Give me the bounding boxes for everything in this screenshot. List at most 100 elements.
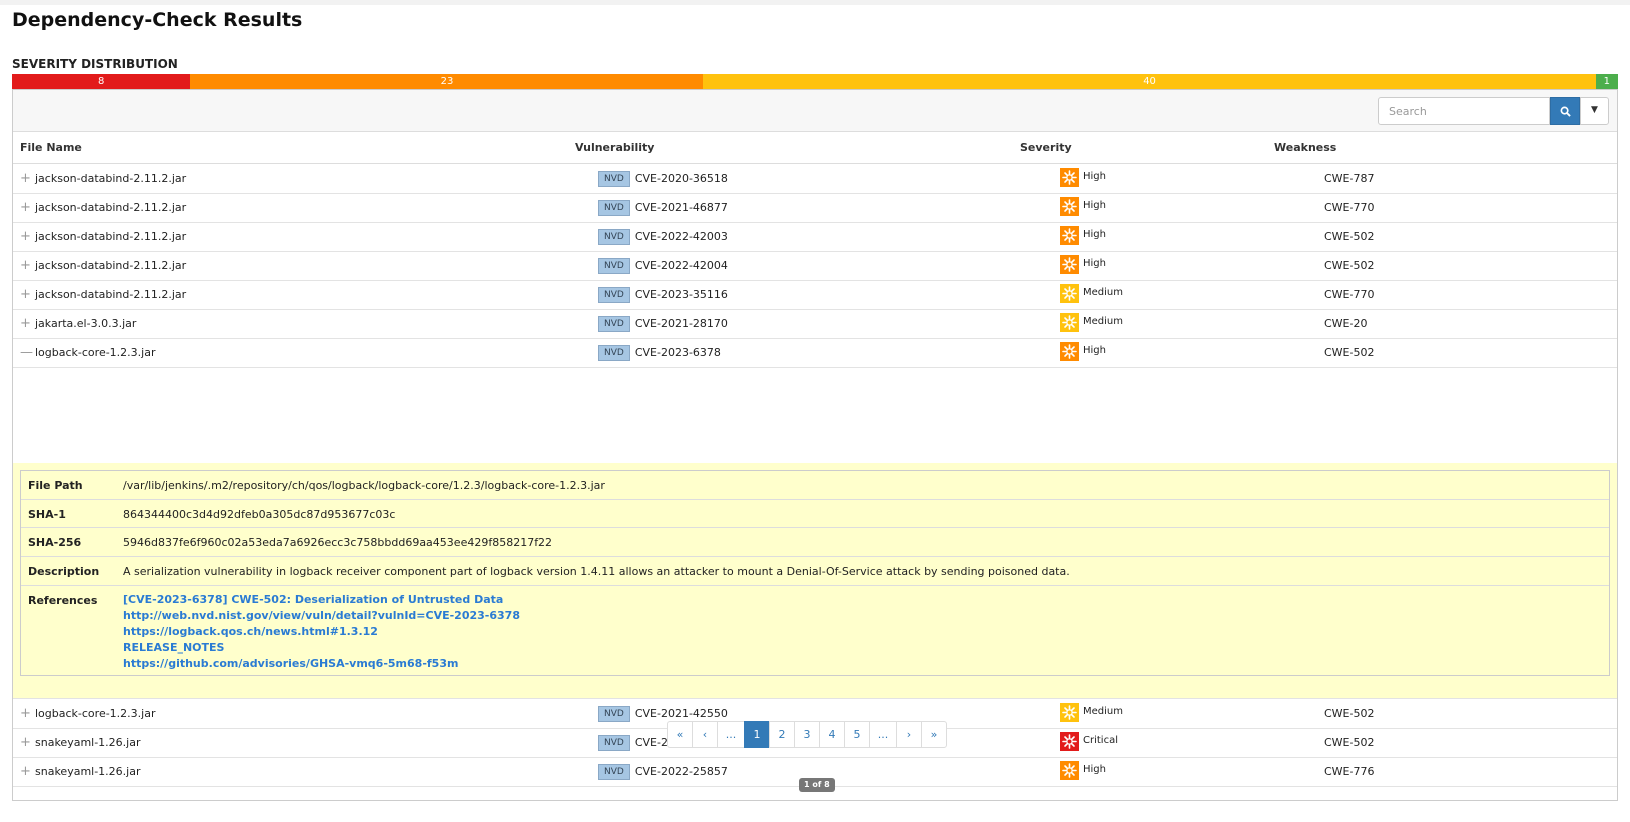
plus-icon[interactable]: + xyxy=(20,728,31,758)
severity-label: Medium xyxy=(1083,287,1123,298)
file-name-cell: snakeyaml-1.26.jar xyxy=(35,765,141,778)
plus-icon[interactable]: + xyxy=(20,193,31,223)
plus-icon[interactable]: + xyxy=(20,251,31,281)
reference-link[interactable]: http://web.nvd.nist.gov/view/vuln/detail… xyxy=(123,608,520,624)
page-button[interactable]: 2 xyxy=(769,721,795,748)
column-header-weakness[interactable]: Weakness xyxy=(1274,132,1336,164)
cve-id: CVE-2021-42550 xyxy=(634,707,728,720)
weakness-cell: CWE-502 xyxy=(1324,346,1375,359)
page-button[interactable]: « xyxy=(667,721,693,748)
severity-cell: High xyxy=(1060,251,1106,281)
severity-burst-icon xyxy=(1060,312,1079,332)
table-header: File Name Vulnerability Severity Weaknes… xyxy=(13,132,1617,164)
severity-label: High xyxy=(1083,764,1106,775)
severity-label: Medium xyxy=(1083,706,1123,717)
nvd-badge: NVD xyxy=(598,258,630,274)
page-button[interactable]: 3 xyxy=(794,721,820,748)
page-button[interactable]: 5 xyxy=(844,721,870,748)
cve-id: CVE-2023-6378 xyxy=(634,346,721,359)
severity-burst-icon xyxy=(1060,283,1079,303)
file-name-cell: jackson-databind-2.11.2.jar xyxy=(35,172,187,185)
severity-cell: Medium xyxy=(1060,309,1123,339)
plus-icon[interactable]: + xyxy=(20,757,31,787)
table-row[interactable]: — logback-core-1.2.3.jar NVD CVE-2023-6378 H… xyxy=(13,338,1617,368)
weakness-cell: CWE-776 xyxy=(1324,765,1375,778)
page-button[interactable]: ‹ xyxy=(692,721,718,748)
vulnerability-cell: NVD CVE-2020-36518 xyxy=(598,164,728,194)
detail-row-description: Description A serialization vulnerabilit… xyxy=(21,557,1609,586)
file-name-cell: logback-core-1.2.3.jar xyxy=(35,346,156,359)
detail-row-sha1: SHA-1 864344400c3d4d92dfeb0a305dc87d9536… xyxy=(21,500,1609,528)
page-button[interactable]: › xyxy=(896,721,922,748)
severity-burst-icon xyxy=(1060,760,1079,780)
nvd-badge: NVD xyxy=(598,706,630,722)
search-button[interactable] xyxy=(1550,97,1580,125)
table-row[interactable]: + jakarta.el-3.0.3.jar NVD CVE-2021-28170 Me… xyxy=(13,309,1617,339)
column-header-vulnerability[interactable]: Vulnerability xyxy=(575,132,654,164)
severity-label: High xyxy=(1083,171,1106,182)
description-value: A serialization vulnerability in logback… xyxy=(123,565,1070,578)
cve-id: CVE-2022-42004 xyxy=(634,259,728,272)
severity-segment: 40 xyxy=(703,74,1596,89)
results-panel: ▼ File Name Vulnerability Severity Weakn… xyxy=(12,89,1618,801)
reference-link[interactable]: https://github.com/advisories/GHSA-vmq6-… xyxy=(123,656,520,672)
sha1-value: 864344400c3d4d92dfeb0a305dc87d953677c03c xyxy=(123,508,396,521)
severity-distribution-bar: 8 23 40 1 xyxy=(12,74,1618,89)
detail-label: References xyxy=(28,594,98,607)
severity-label: High xyxy=(1083,229,1106,240)
severity-cell: High xyxy=(1060,757,1106,787)
severity-distribution-title: SEVERITY DISTRIBUTION xyxy=(12,57,178,71)
weakness-cell: CWE-502 xyxy=(1324,230,1375,243)
nvd-badge: NVD xyxy=(598,316,630,332)
vulnerability-cell: NVD CVE-2021-46877 xyxy=(598,193,728,223)
plus-icon[interactable]: + xyxy=(20,699,31,729)
table-row[interactable]: + jackson-databind-2.11.2.jar NVD CVE-2022-… xyxy=(13,251,1617,281)
page-button[interactable]: ... xyxy=(717,721,745,748)
cve-id: CVE-2022-25857 xyxy=(634,765,728,778)
sha256-value: 5946d837fe6f960c02a53eda7a6926ecc3c758bb… xyxy=(123,536,553,549)
search-input[interactable] xyxy=(1378,97,1550,125)
severity-label: Critical xyxy=(1083,735,1118,746)
page-button[interactable]: ... xyxy=(869,721,897,748)
plus-icon[interactable]: + xyxy=(20,280,31,310)
column-header-file-name[interactable]: File Name xyxy=(20,132,82,164)
file-name-cell: jakarta.el-3.0.3.jar xyxy=(35,317,137,330)
severity-burst-icon xyxy=(1060,341,1079,361)
file-name-cell: snakeyaml-1.26.jar xyxy=(35,736,141,749)
vulnerability-cell: NVD CVE-2023-35116 xyxy=(598,280,728,310)
weakness-cell: CWE-770 xyxy=(1324,201,1375,214)
page-title: Dependency-Check Results xyxy=(12,9,303,31)
file-name-cell: jackson-databind-2.11.2.jar xyxy=(35,259,187,272)
detail-label: SHA-256 xyxy=(28,536,82,549)
reference-link[interactable]: [CVE-2023-6378] CWE-502: Deserialization… xyxy=(123,592,520,608)
nvd-badge: NVD xyxy=(598,345,630,361)
pagination: «‹... 1 2 3 4 5... ›» xyxy=(667,721,947,748)
severity-cell: High xyxy=(1060,338,1106,368)
plus-icon[interactable]: + xyxy=(20,222,31,252)
weakness-cell: CWE-502 xyxy=(1324,259,1375,272)
vulnerability-cell: NVD CVE-2022-25857 xyxy=(598,757,728,787)
table-row[interactable]: + jackson-databind-2.11.2.jar NVD CVE-2021-… xyxy=(13,193,1617,223)
nvd-badge: NVD xyxy=(598,200,630,216)
table-row[interactable]: + jackson-databind-2.11.2.jar NVD CVE-2023-… xyxy=(13,280,1617,310)
plus-icon[interactable]: + xyxy=(20,164,31,194)
table-row[interactable]: + jackson-databind-2.11.2.jar NVD CVE-2020-… xyxy=(13,164,1617,194)
page-button[interactable]: 4 xyxy=(819,721,845,748)
plus-icon[interactable]: + xyxy=(20,309,31,339)
reference-link[interactable]: https://logback.qos.ch/news.html#1.3.12 xyxy=(123,624,520,640)
columns-dropdown-button[interactable]: ▼ xyxy=(1580,97,1609,125)
minus-icon[interactable]: — xyxy=(20,338,33,368)
table-row[interactable]: + jackson-databind-2.11.2.jar NVD CVE-2022-… xyxy=(13,222,1617,252)
table-toolbar: ▼ xyxy=(13,90,1617,132)
page-button[interactable]: 1 xyxy=(744,721,770,748)
reference-link[interactable]: RELEASE_NOTES xyxy=(123,640,520,656)
detail-row-sha256: SHA-256 5946d837fe6f960c02a53eda7a6926ec… xyxy=(21,528,1609,557)
severity-cell: High xyxy=(1060,193,1106,223)
detail-row-file-path: File Path /var/lib/jenkins/.m2/repositor… xyxy=(21,471,1609,500)
search-icon xyxy=(1560,104,1571,117)
column-header-severity[interactable]: Severity xyxy=(1020,132,1072,164)
page-info-badge: 1 of 8 xyxy=(799,778,835,792)
file-name-cell: logback-core-1.2.3.jar xyxy=(35,707,156,720)
page-button[interactable]: » xyxy=(921,721,947,748)
cve-id: CVE-2022-42003 xyxy=(634,230,728,243)
